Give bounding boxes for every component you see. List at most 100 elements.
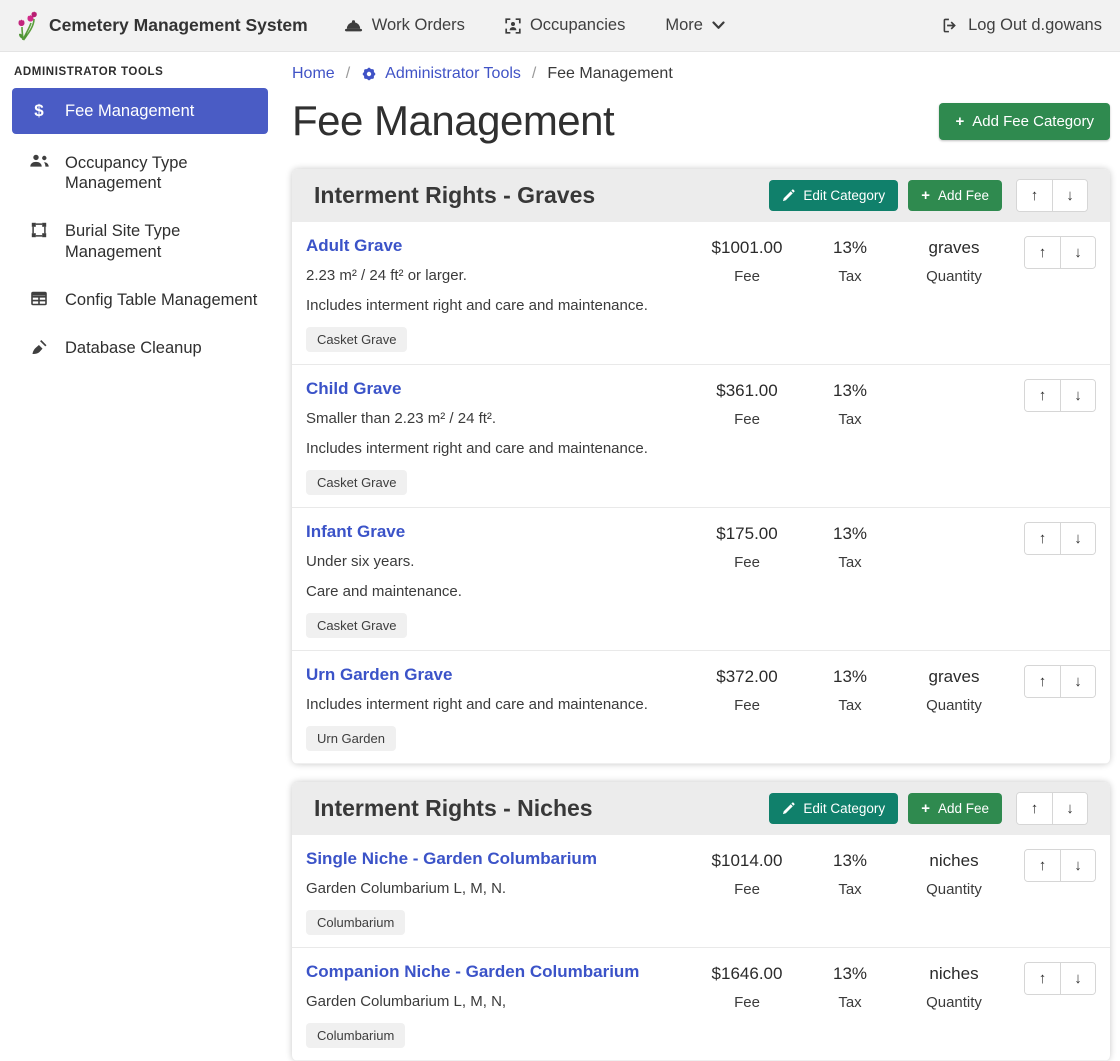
arrow-down-icon: ↓ — [1074, 388, 1082, 403]
breadcrumb-separator: / — [532, 65, 536, 83]
fee-type-badge: Columbarium — [306, 910, 405, 935]
move-fee-down-button[interactable]: ↓ — [1060, 963, 1095, 994]
move-fee-up-button[interactable]: ↑ — [1025, 380, 1060, 411]
fee-name-link[interactable]: Urn Garden Grave — [306, 665, 452, 685]
fee-row: Urn Garden Grave Includes interment righ… — [292, 651, 1110, 764]
page-title-row: Fee Management + Add Fee Category — [292, 97, 1110, 145]
fee-type-badge: Urn Garden — [306, 726, 396, 751]
category-reorder-group: ↑ ↓ — [1016, 792, 1088, 825]
quantity-label: Quantity — [894, 697, 1014, 714]
category-header: Interment Rights - Graves Edit Category … — [292, 169, 1110, 222]
add-fee-category-button[interactable]: + Add Fee Category — [939, 103, 1110, 140]
tulip-logo-icon — [14, 11, 40, 41]
category-title: Interment Rights - Graves — [314, 182, 759, 209]
breadcrumb: Home / Administrator Tools / Fee Managem… — [292, 65, 1110, 83]
add-fee-label: Add Fee — [938, 801, 989, 816]
page-title: Fee Management — [292, 97, 614, 145]
breadcrumb-home-link[interactable]: Home — [292, 65, 335, 83]
fee-name-link[interactable]: Child Grave — [306, 379, 401, 399]
move-fee-up-button[interactable]: ↑ — [1025, 963, 1060, 994]
tax-stat: 13% Tax — [806, 236, 894, 285]
main-content: Home / Administrator Tools / Fee Managem… — [280, 52, 1120, 939]
sidebar-item-label: Fee Management — [65, 101, 194, 121]
move-fee-down-button[interactable]: ↓ — [1060, 666, 1095, 697]
move-category-up-button[interactable]: ↑ — [1017, 180, 1052, 211]
tax-label: Tax — [806, 881, 894, 898]
tax-stat: 13% Tax — [806, 962, 894, 1011]
move-category-down-button[interactable]: ↓ — [1052, 793, 1087, 824]
sidebar-item-fee-management[interactable]: $ Fee Management — [12, 88, 268, 134]
fee-name-link[interactable]: Companion Niche - Garden Columbarium — [306, 962, 639, 982]
move-fee-down-button[interactable]: ↓ — [1060, 850, 1095, 881]
sidebar-item-label: Burial Site Type Management — [65, 221, 258, 261]
arrow-down-icon: ↓ — [1074, 531, 1082, 546]
add-fee-label: Add Fee — [938, 188, 989, 203]
fee-main: Urn Garden Grave Includes interment righ… — [306, 665, 688, 751]
move-fee-up-button[interactable]: ↑ — [1025, 850, 1060, 881]
arrow-down-icon: ↓ — [1074, 971, 1082, 986]
add-fee-button[interactable]: + Add Fee — [908, 180, 1002, 211]
move-fee-up-button[interactable]: ↑ — [1025, 237, 1060, 268]
arrow-up-icon: ↑ — [1031, 188, 1039, 203]
sidebar-item-database-cleanup[interactable]: Database Cleanup — [12, 329, 268, 367]
app-brand: Cemetery Management System — [14, 11, 308, 41]
edit-category-button[interactable]: Edit Category — [769, 180, 898, 211]
fee-category-card: Interment Rights - Graves Edit Category … — [292, 169, 1110, 764]
tax-value: 13% — [806, 381, 894, 401]
fee-reorder-group: ↑ ↓ — [1024, 962, 1096, 995]
breadcrumb-admin-tools-link[interactable]: Administrator Tools — [361, 65, 521, 83]
sidebar-item-config-table[interactable]: Config Table Management — [12, 281, 268, 319]
arrow-up-icon: ↑ — [1039, 531, 1047, 546]
logout-button[interactable]: Log Out d.gowans — [942, 16, 1102, 35]
sidebar-section-label: ADMINISTRATOR TOOLS — [0, 60, 280, 88]
sidebar-item-occupancy-type[interactable]: Occupancy Type Management — [12, 144, 268, 202]
arrow-down-icon: ↓ — [1066, 188, 1074, 203]
fee-description: Garden Columbarium L, M, N, — [306, 991, 688, 1012]
tax-stat: 13% Tax — [806, 665, 894, 714]
sidebar-item-burial-site-type[interactable]: Burial Site Type Management — [12, 212, 268, 270]
move-fee-up-button[interactable]: ↑ — [1025, 523, 1060, 554]
fee-type-badge: Casket Grave — [306, 470, 407, 495]
gear-icon — [361, 66, 377, 82]
app-title: Cemetery Management System — [49, 15, 308, 36]
fee-amount-label: Fee — [688, 268, 806, 285]
fee-amount: $1646.00 — [688, 964, 806, 984]
edit-category-button[interactable]: Edit Category — [769, 793, 898, 824]
move-fee-down-button[interactable]: ↓ — [1060, 523, 1095, 554]
move-category-up-button[interactable]: ↑ — [1017, 793, 1052, 824]
move-fee-down-button[interactable]: ↓ — [1060, 380, 1095, 411]
fee-name-link[interactable]: Single Niche - Garden Columbarium — [306, 849, 597, 869]
chevron-down-icon — [712, 21, 725, 30]
add-fee-button[interactable]: + Add Fee — [908, 793, 1002, 824]
move-fee-down-button[interactable]: ↓ — [1060, 237, 1095, 268]
fee-descriptions: Includes interment right and care and ma… — [306, 694, 688, 715]
fee-type-badge: Casket Grave — [306, 613, 407, 638]
fee-amount-label: Fee — [688, 554, 806, 571]
fee-main: Companion Niche - Garden Columbarium Gar… — [306, 962, 688, 1048]
fee-type-badge: Columbarium — [306, 1023, 405, 1048]
move-fee-up-button[interactable]: ↑ — [1025, 666, 1060, 697]
frame-corners-icon — [28, 222, 50, 238]
logout-icon — [942, 17, 959, 34]
fee-descriptions: Under six years.Care and maintenance. — [306, 551, 688, 602]
sidebar-item-label: Occupancy Type Management — [65, 153, 258, 193]
top-navbar: Cemetery Management System Work Orders — [0, 0, 1120, 52]
fee-stat: $1646.00 Fee — [688, 962, 806, 1011]
arrow-down-icon: ↓ — [1074, 245, 1082, 260]
category-list: Interment Rights - Graves Edit Category … — [292, 169, 1110, 1061]
fee-name-link[interactable]: Adult Grave — [306, 236, 402, 256]
sidebar-item-label: Database Cleanup — [65, 338, 202, 358]
fee-description: Smaller than 2.23 m² / 24 ft². — [306, 408, 688, 429]
move-category-down-button[interactable]: ↓ — [1052, 180, 1087, 211]
nav-work-orders[interactable]: Work Orders — [344, 16, 465, 35]
fee-description: Care and maintenance. — [306, 581, 688, 602]
nav-occupancies[interactable]: Occupancies — [505, 16, 625, 35]
edit-category-label: Edit Category — [803, 188, 885, 203]
nav-more[interactable]: More — [665, 16, 725, 35]
fee-name-link[interactable]: Infant Grave — [306, 522, 405, 542]
fee-stat: $1014.00 Fee — [688, 849, 806, 898]
fee-amount-label: Fee — [688, 994, 806, 1011]
tax-label: Tax — [806, 994, 894, 1011]
fee-amount-label: Fee — [688, 881, 806, 898]
fee-main: Infant Grave Under six years.Care and ma… — [306, 522, 688, 638]
